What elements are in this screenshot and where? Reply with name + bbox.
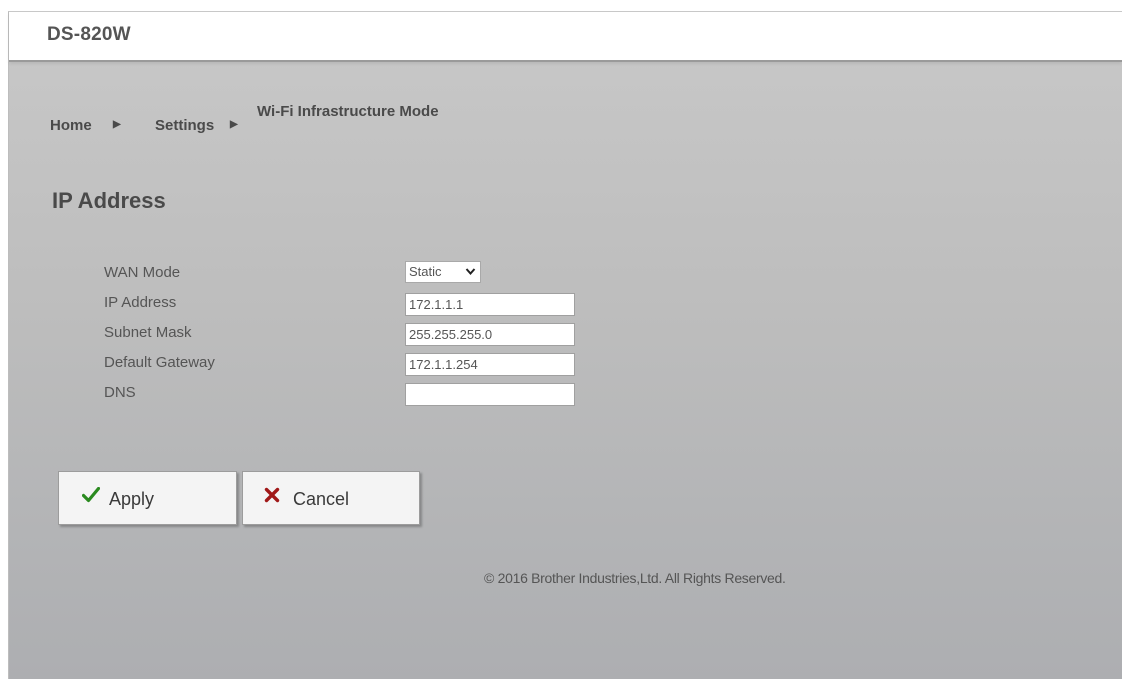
default-gateway-field[interactable] xyxy=(405,353,575,376)
dns-label: DNS xyxy=(104,384,136,401)
breadcrumb-current: Wi-Fi Infrastructure Mode xyxy=(257,103,439,120)
page-title: IP Address xyxy=(52,188,166,213)
apply-button[interactable]: Apply xyxy=(58,471,237,525)
model-title: DS-820W xyxy=(47,24,131,45)
subnet-mask-field[interactable] xyxy=(405,323,575,346)
cancel-button[interactable]: Cancel xyxy=(242,471,420,525)
ip-address-label: IP Address xyxy=(104,294,177,311)
header-bar: DS-820W xyxy=(9,12,1122,62)
subnet-mask-label: Subnet Mask xyxy=(104,324,192,341)
wan-mode-label: WAN Mode xyxy=(104,264,181,281)
x-mark-icon xyxy=(264,486,280,509)
breadcrumb-arrow-icon: ▶ xyxy=(113,119,121,130)
breadcrumb-arrow-icon: ▶ xyxy=(230,119,238,130)
dns-field[interactable] xyxy=(405,383,575,406)
chevron-down-icon xyxy=(465,262,476,288)
default-gateway-label: Default Gateway xyxy=(104,354,215,371)
copyright-text: © 2016 Brother Industries,Ltd. All Right… xyxy=(484,570,786,586)
checkmark-icon xyxy=(81,486,101,509)
page-body: DS-820W Home ▶ Settings ▶ Wi-Fi Infrastr… xyxy=(8,11,1122,679)
wan-mode-select[interactable]: Static xyxy=(405,261,481,283)
wan-mode-value: Static xyxy=(409,264,442,279)
breadcrumb-home[interactable]: Home xyxy=(50,117,92,134)
cancel-button-label: Cancel xyxy=(293,489,350,509)
ip-address-field[interactable] xyxy=(405,293,575,316)
breadcrumb-settings[interactable]: Settings xyxy=(155,117,214,134)
apply-button-label: Apply xyxy=(109,489,155,509)
